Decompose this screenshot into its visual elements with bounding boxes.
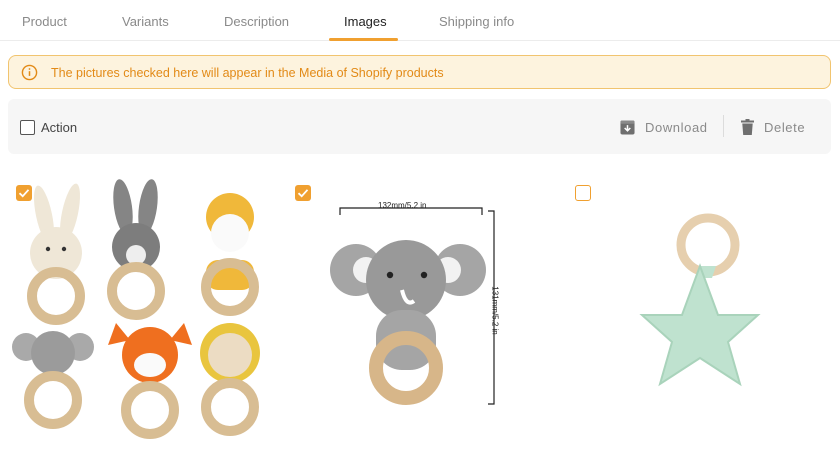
- download-label: Download: [645, 119, 708, 135]
- image-3-checkbox[interactable]: [575, 185, 591, 201]
- download-button[interactable]: Download: [620, 117, 708, 137]
- delete-label: Delete: [764, 119, 806, 135]
- tab-product[interactable]: Product: [22, 14, 67, 29]
- height-dimension-label: 131mm/5.2 in: [490, 286, 500, 335]
- select-all-checkbox[interactable]: [20, 120, 35, 135]
- width-dimension-label: 132mm/5.2 in: [378, 201, 427, 210]
- info-icon: [21, 64, 38, 81]
- delete-button[interactable]: Delete: [741, 117, 805, 137]
- action-bar: Action Download Delete: [8, 99, 831, 154]
- active-tab-indicator: [329, 38, 398, 41]
- product-image-2[interactable]: [318, 195, 518, 410]
- image-2-checkbox[interactable]: [295, 185, 311, 201]
- tab-shipping-info[interactable]: Shipping info: [439, 14, 514, 29]
- notice-text: The pictures checked here will appear in…: [51, 66, 444, 80]
- checkmark-icon: [297, 189, 309, 198]
- tab-bar: Product Variants Description Images Ship…: [0, 0, 840, 41]
- download-icon: [620, 119, 635, 135]
- tab-images[interactable]: Images: [344, 14, 387, 29]
- info-notice: The pictures checked here will appear in…: [8, 55, 831, 89]
- product-image-3[interactable]: [620, 200, 780, 400]
- action-label: Action: [41, 120, 78, 135]
- tab-variants[interactable]: Variants: [122, 14, 169, 29]
- tab-description[interactable]: Description: [224, 14, 289, 29]
- toolbar-divider: [723, 115, 724, 137]
- trash-icon: [741, 119, 754, 135]
- product-image-1[interactable]: [8, 175, 273, 445]
